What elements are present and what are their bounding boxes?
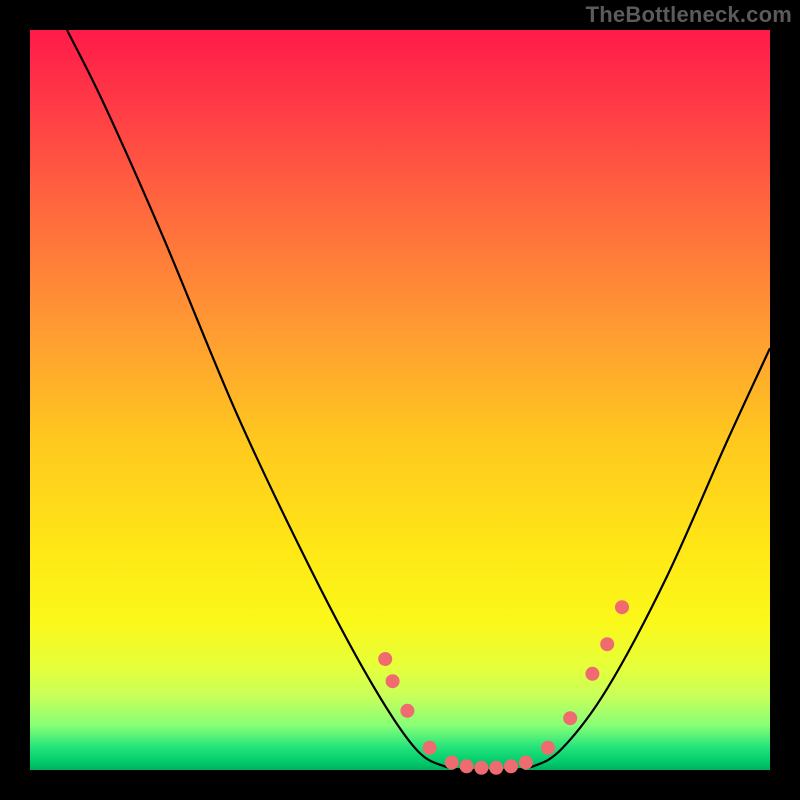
data-marker (423, 741, 437, 755)
data-marker (541, 741, 555, 755)
watermark-text: TheBottleneck.com (586, 2, 792, 28)
data-marker (400, 704, 414, 718)
data-marker (585, 667, 599, 681)
data-marker (445, 756, 459, 770)
bottleneck-curve (67, 30, 770, 770)
data-marker (378, 652, 392, 666)
data-marker (615, 600, 629, 614)
data-marker (474, 761, 488, 775)
curve-layer (30, 30, 770, 770)
data-marker (519, 756, 533, 770)
data-marker (460, 759, 474, 773)
data-marker (386, 674, 400, 688)
data-marker (504, 759, 518, 773)
data-marker (563, 711, 577, 725)
chart-container: TheBottleneck.com (0, 0, 800, 800)
data-marker (600, 637, 614, 651)
data-marker (489, 761, 503, 775)
